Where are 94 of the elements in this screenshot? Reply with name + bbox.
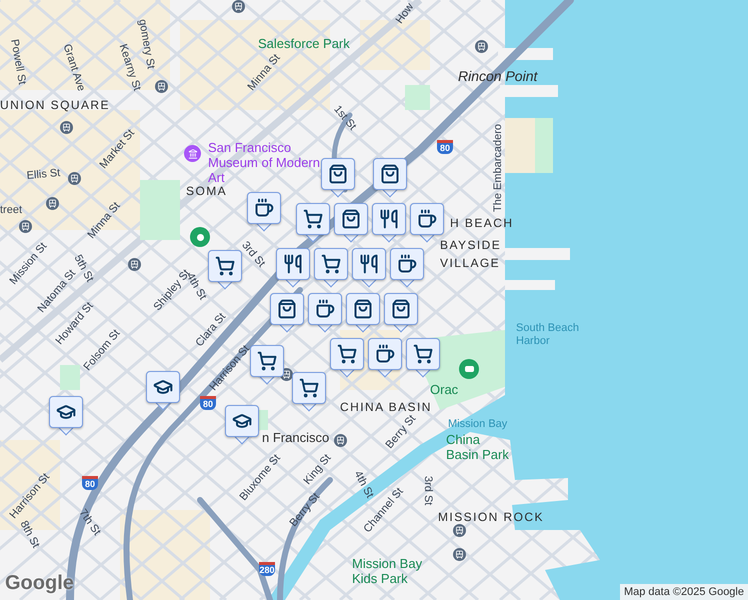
map-marker[interactable] <box>352 248 386 290</box>
park-area <box>405 85 430 110</box>
shopping-bag-icon <box>277 299 297 319</box>
shopping-cart-icon <box>215 256 235 276</box>
map-marker[interactable] <box>390 248 424 290</box>
coffee-cup-icon <box>315 299 335 319</box>
street-label: 7th St <box>76 506 104 540</box>
map-marker[interactable] <box>250 345 284 387</box>
coffee-cup-icon <box>417 209 437 229</box>
map-marker[interactable] <box>276 248 310 290</box>
shopping-cart-icon <box>413 344 433 364</box>
place-label: n Francisco <box>262 429 330 447</box>
pier <box>500 85 558 97</box>
park-pin-icon <box>190 227 210 247</box>
transit-stop-icon <box>128 258 141 271</box>
district-label: BAYSIDE VILLAGE <box>440 237 502 272</box>
park-area <box>60 365 80 390</box>
park-label: Mission Bay Kids Park <box>352 556 424 586</box>
pier <box>505 118 535 173</box>
street-label: 4th St <box>350 468 376 500</box>
shopping-cart-icon <box>337 344 357 364</box>
shopping-cart-icon <box>257 351 277 371</box>
transit-stop-icon <box>155 80 168 93</box>
map-marker[interactable] <box>321 158 355 200</box>
transit-stop-icon <box>334 434 347 447</box>
park-label: Salesforce Park <box>258 36 350 51</box>
transit-stop-icon <box>19 220 32 233</box>
map-marker[interactable] <box>372 203 406 245</box>
shopping-bag-icon <box>391 299 411 319</box>
district-label: H BEACH <box>450 215 514 232</box>
coffee-cup-icon <box>397 254 417 274</box>
transit-stop-icon <box>475 40 488 53</box>
shopping-bag-icon <box>341 209 361 229</box>
map-marker[interactable] <box>373 158 407 200</box>
transit-stop-icon <box>453 548 466 561</box>
street-label: treet <box>0 203 22 218</box>
highway-shield: 80 <box>200 396 216 410</box>
map-marker[interactable] <box>334 203 368 245</box>
district-label: SOMA <box>186 183 228 200</box>
pier <box>505 280 555 290</box>
shopping-bag-icon <box>380 164 400 184</box>
map-marker[interactable] <box>314 248 348 290</box>
graduation-cap-icon <box>56 402 76 422</box>
district-label: MISSION ROCK <box>438 509 544 526</box>
street-label: Grant Ave <box>60 42 88 94</box>
shopping-cart-icon <box>321 254 341 274</box>
map-marker[interactable] <box>292 372 326 414</box>
street-label: 1st St <box>330 102 360 134</box>
pier <box>505 248 570 260</box>
map-marker[interactable] <box>368 338 402 380</box>
water-label: South Beach Harbor <box>516 322 580 348</box>
shopping-bag-icon <box>353 299 373 319</box>
map-marker[interactable] <box>308 293 342 335</box>
map-marker[interactable] <box>384 293 418 335</box>
park-label: Orac <box>430 382 458 397</box>
map-marker[interactable] <box>270 293 304 335</box>
map-marker[interactable] <box>406 338 440 380</box>
coffee-cup-icon <box>254 198 274 218</box>
museum-pin-icon <box>184 145 201 162</box>
map-marker[interactable] <box>225 405 259 447</box>
map-marker[interactable] <box>346 293 380 335</box>
map-marker[interactable] <box>146 371 180 413</box>
poi-label: San Francisco Museum of Modern Art <box>208 140 321 185</box>
district-label: CHINA BASIN <box>340 399 432 415</box>
coffee-cup-icon <box>375 344 395 364</box>
graduation-cap-icon <box>153 377 173 397</box>
street-label: Ellis St <box>26 166 61 184</box>
transit-stop-icon <box>453 524 466 537</box>
district-label: UNION SQUARE <box>0 97 110 114</box>
park-area <box>535 118 553 173</box>
street-label: 3rd St <box>238 238 268 272</box>
street-label: The Embarcadero <box>491 124 505 212</box>
map-attribution: Map data ©2025 Google <box>620 584 748 600</box>
graduation-cap-icon <box>232 411 252 431</box>
fork-knife-icon <box>359 254 379 274</box>
park-label: China Basin Park <box>446 432 510 462</box>
fork-knife-icon <box>379 209 399 229</box>
shopping-cart-icon <box>299 378 319 398</box>
highway-shield: 280 <box>259 562 275 576</box>
shopping-bag-icon <box>328 164 348 184</box>
area-label: Rincon Point <box>458 67 538 86</box>
street-label: 8th St <box>16 518 43 552</box>
map-marker[interactable] <box>247 192 281 234</box>
fork-knife-icon <box>283 254 303 274</box>
shopping-cart-icon <box>303 209 323 229</box>
map-marker[interactable] <box>330 338 364 380</box>
map-marker[interactable] <box>208 250 242 292</box>
highway-shield: 80 <box>82 476 98 490</box>
street-label: Powell St <box>7 38 29 86</box>
map-marker[interactable] <box>296 203 330 245</box>
park-area <box>140 180 180 240</box>
map-marker[interactable] <box>49 396 83 438</box>
highway-shield: 80 <box>437 140 453 154</box>
street-label: 3rd St <box>421 476 435 506</box>
